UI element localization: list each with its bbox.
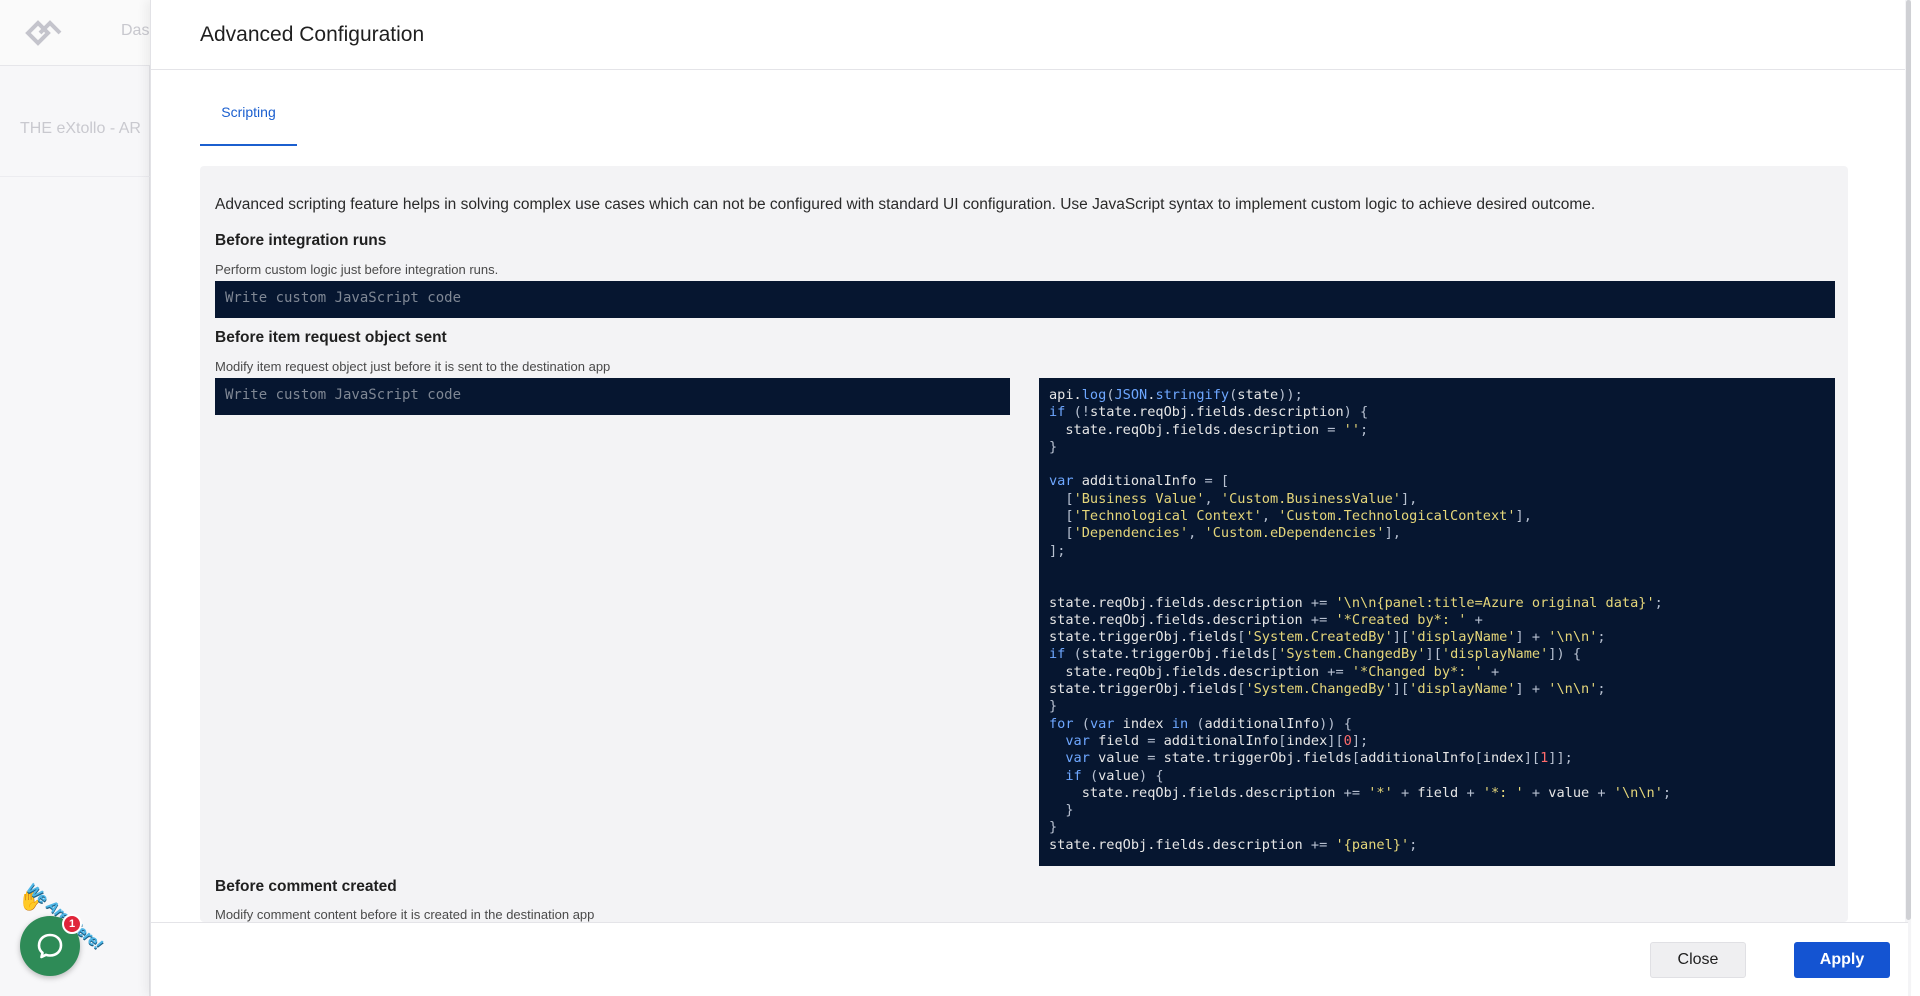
background-divider	[0, 176, 150, 177]
modal-header: Advanced Configuration	[151, 0, 1908, 70]
chat-icon	[37, 933, 63, 959]
section-title-before-integration-runs: Before integration runs	[215, 232, 387, 249]
code-content: api.log(JSON.stringify(state)); if (!sta…	[1049, 387, 1672, 853]
close-button[interactable]: Close	[1650, 942, 1746, 978]
chat-widget[interactable]: ✋ We Are Here! 1	[12, 880, 112, 980]
modal-scrollbar-thumb[interactable]	[1906, 0, 1911, 920]
app-logo-icon[interactable]	[22, 18, 64, 48]
background-integration-title: THE eXtollo - AR	[20, 120, 141, 137]
code-editor-before-integration-runs[interactable]: Write custom JavaScript code	[215, 281, 1835, 318]
advanced-configuration-modal: Advanced Configuration Scripting Advance…	[150, 0, 1911, 996]
background-sidebar	[0, 0, 150, 996]
chat-notification-badge: 1	[62, 914, 82, 934]
section-desc-before-integration-runs: Perform custom logic just before integra…	[215, 262, 499, 277]
section-desc-before-comment-created: Modify comment content before it is crea…	[215, 907, 595, 922]
apply-button[interactable]: Apply	[1794, 942, 1890, 978]
background-nav-dashboard[interactable]: Das	[121, 22, 149, 40]
tab-scripting[interactable]: Scripting	[200, 90, 297, 146]
section-title-before-item-request: Before item request object sent	[215, 329, 447, 346]
code-editor-before-item-request[interactable]: Write custom JavaScript code	[215, 378, 1010, 415]
scripting-intro: Advanced scripting feature helps in solv…	[215, 196, 1596, 213]
modal-footer	[151, 922, 1908, 996]
scripting-panel: Advanced scripting feature helps in solv…	[200, 166, 1848, 922]
section-title-before-comment-created: Before comment created	[215, 878, 397, 895]
code-preview-before-item-request[interactable]: api.log(JSON.stringify(state)); if (!sta…	[1039, 378, 1835, 866]
section-desc-before-item-request: Modify item request object just before i…	[215, 359, 611, 374]
modal-title: Advanced Configuration	[200, 23, 425, 46]
